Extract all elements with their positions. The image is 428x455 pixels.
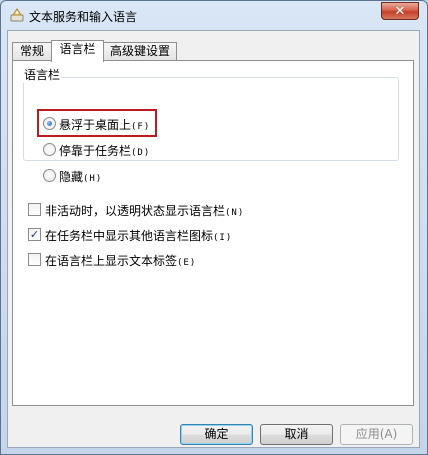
radio-label: 停靠于任务栏 (59, 144, 132, 158)
radio-button[interactable] (43, 143, 56, 156)
dialog-client-area: 常规 语言栏 高级键设置 语言栏 悬浮于桌面上(F) 停靠于任务栏(D) 隐藏(… (7, 30, 420, 448)
close-button[interactable]: ✕ (381, 2, 419, 20)
accelerator-key: (N) (225, 208, 245, 218)
text-services-icon (10, 8, 24, 22)
checkbox-box[interactable] (28, 203, 41, 216)
check-mark-icon: ✓ (29, 228, 40, 241)
language-bar-panel: 语言栏 悬浮于桌面上(F) 停靠于任务栏(D) 隐藏(H) 非活动时，以透明状态… (12, 60, 414, 406)
language-bar-group-label: 语言栏 (23, 66, 62, 83)
tab-advanced-key-settings[interactable]: 高级键设置 (103, 42, 177, 61)
ok-button[interactable]: 确定 (180, 424, 253, 445)
checkbox-label: 在语言栏上显示文本标签 (45, 254, 178, 268)
checkbox-label: 在任务栏中显示其他语言栏图标 (45, 229, 214, 243)
accelerator-key: (E) (177, 258, 197, 268)
tab-language-bar[interactable]: 语言栏 (51, 40, 104, 62)
dialog-window: 文本服务和输入语言 ✕ 常规 语言栏 高级键设置 语言栏 悬浮于桌面上(F) 停… (0, 0, 428, 455)
checkbox-box[interactable] (28, 253, 41, 266)
tab-general[interactable]: 常规 (12, 42, 52, 61)
accelerator-key: (I) (213, 233, 233, 243)
title-bar[interactable]: 文本服务和输入语言 ✕ (1, 1, 427, 29)
apply-button[interactable]: 应用(A) (340, 424, 413, 445)
accelerator-key: (D) (131, 148, 151, 158)
radio-label: 隐藏 (59, 170, 84, 184)
highlight-box (37, 109, 157, 137)
accelerator-key: (H) (83, 174, 103, 184)
cancel-button[interactable]: 取消 (260, 424, 333, 445)
window-title: 文本服务和输入语言 (29, 10, 138, 24)
radio-button[interactable] (43, 169, 56, 182)
checkbox-label: 非活动时，以透明状态显示语言栏 (45, 204, 226, 218)
checkbox-box-checked[interactable]: ✓ (28, 228, 41, 241)
